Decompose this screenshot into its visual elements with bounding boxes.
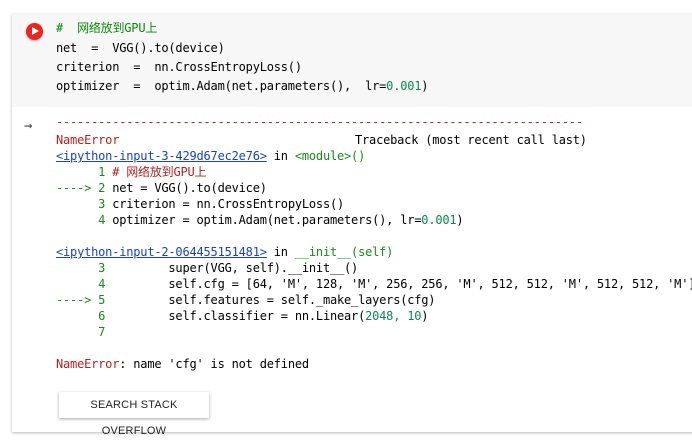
- frame2-header: <ipython-input-2-064455151481> in __init…: [56, 245, 394, 259]
- code-editor[interactable]: # 网络放到GPU上 net = VGG().to(device) criter…: [12, 14, 692, 107]
- error-name: NameError: [56, 133, 120, 147]
- frame2-line-6: 6 self.classifier = nn.Linear(2048, 10): [56, 309, 429, 323]
- final-error-line: NameError: name 'cfg' is not defined: [56, 357, 309, 371]
- notebook-cell: # 网络放到GPU上 net = VGG().to(device) criter…: [12, 14, 692, 437]
- code-line-2: net = VGG().to(device): [56, 41, 225, 55]
- frame1-line-3: 3 criterion = nn.CrossEntropyLoss(): [56, 197, 345, 211]
- frame2-line-5: ----> 5 self.features = self._make_layer…: [56, 293, 436, 307]
- frame2-link[interactable]: <ipython-input-2-064455151481>: [56, 245, 267, 259]
- frame2-line-4: 4 self.cfg = [64, 'M', 128, 'M', 256, 25…: [56, 277, 692, 291]
- code-line-1: # 网络放到GPU上: [56, 21, 158, 35]
- search-stack-overflow-button[interactable]: SEARCH STACK OVERFLOW: [59, 392, 209, 437]
- traceback-separator: ----------------------------------------…: [56, 115, 583, 129]
- code-line-4: optimizer = optim.Adam(net.parameters(),…: [56, 79, 429, 93]
- run-cell-button[interactable]: [26, 23, 43, 40]
- frame2-line-7: 7: [56, 325, 113, 339]
- frame2-line-3: 3 super(VGG, self).__init__(): [56, 261, 359, 275]
- frame1-line-2: ----> 2 net = VGG().to(device): [56, 181, 267, 195]
- frame1-line-1: 1 # 网络放到GPU上: [56, 165, 207, 179]
- frame1-link[interactable]: <ipython-input-3-429d67ec2e76>: [56, 149, 267, 163]
- output-icon[interactable]: →: [24, 118, 40, 134]
- code-line-3: criterion = nn.CrossEntropyLoss(): [56, 60, 302, 74]
- frame1-header: <ipython-input-3-429d67ec2e76> in <modul…: [56, 149, 366, 163]
- frame1-line-4: 4 optimizer = optim.Adam(net.parameters(…: [56, 213, 464, 227]
- traceback-label: Traceback (most recent call last): [355, 133, 587, 147]
